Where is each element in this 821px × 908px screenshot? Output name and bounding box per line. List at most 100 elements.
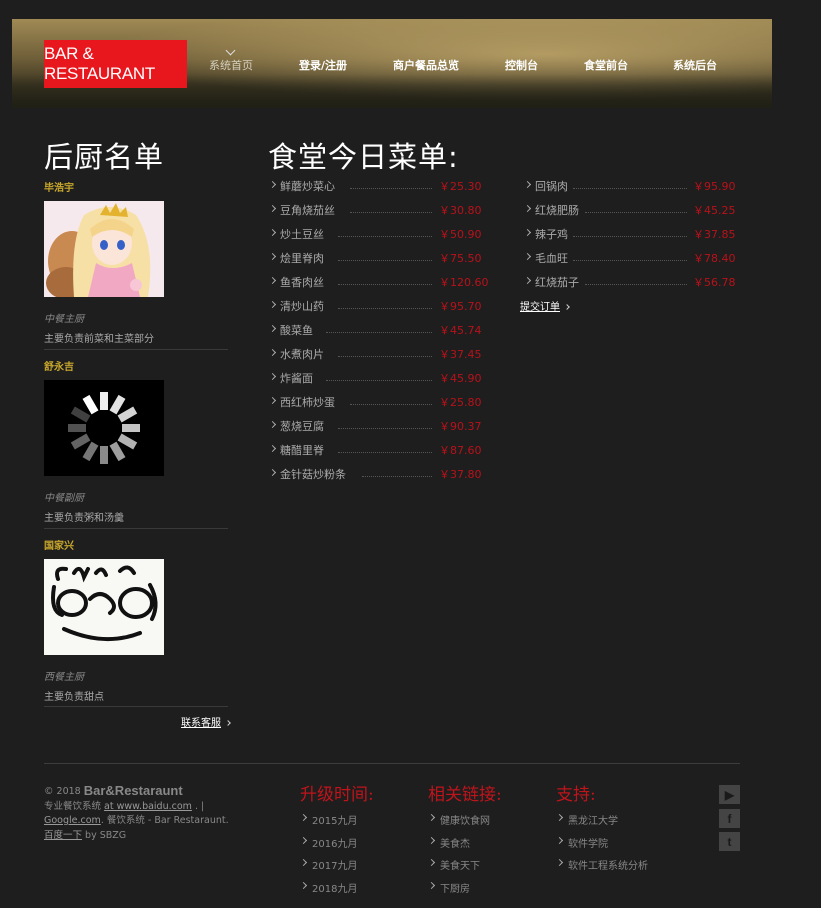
footer-link[interactable]: 黑龙江大学 [555, 812, 648, 835]
dish-name: 豆角烧茄丝 [280, 204, 335, 217]
dish-name: 红烧肥肠 [535, 204, 579, 217]
dish-price: ￥37.45 [439, 348, 482, 361]
copyright-year: © 2018 [44, 786, 81, 797]
chef-name[interactable]: 毕浩宇 [44, 179, 74, 194]
dish-name: 水煮肉片 [280, 348, 324, 361]
copyright-text: . 餐饮系统 - Bar Restaraunt. [100, 815, 229, 826]
chef-divider [44, 528, 228, 529]
footer-divider [44, 763, 740, 764]
menu-item[interactable]: 豆角烧茄丝 ￥30.80 [268, 202, 482, 226]
nav-item-canteen-front[interactable]: 食堂前台 [584, 57, 628, 73]
dish-price: ￥87.60 [439, 444, 482, 457]
chef-role: 中餐主厨 [44, 314, 84, 325]
dish-name: 鱼香肉丝 [280, 276, 324, 289]
chef-name[interactable]: 舒永吉 [44, 358, 74, 373]
dotted-leader [338, 283, 432, 285]
dotted-leader [338, 259, 432, 261]
menu-item[interactable]: 炒土豆丝 ￥50.90 [268, 226, 482, 250]
menu-item[interactable]: 糖醋里脊 ￥87.60 [268, 442, 482, 466]
menu-title: 食堂今日菜单: [268, 140, 459, 174]
chef-list-title: 后厨名单 [44, 140, 165, 174]
dish-price: ￥37.85 [693, 228, 736, 241]
dish-name: 炸酱面 [280, 372, 313, 385]
dish-price: ￥78.40 [693, 252, 736, 265]
dish-price: ￥95.70 [439, 300, 482, 313]
chevron-right-icon [523, 204, 532, 213]
chevron-right-icon [523, 252, 532, 261]
menu-item[interactable]: 炸酱面 ￥45.90 [268, 370, 482, 394]
author-text: by SBZG [85, 829, 127, 841]
dotted-leader [573, 235, 687, 237]
dish-name: 西红柿炒蛋 [280, 396, 335, 409]
menu-item[interactable]: 烩里脊肉 ￥75.50 [268, 250, 482, 274]
menu-item[interactable]: 水煮肉片 ￥37.45 [268, 346, 482, 370]
baidu-link[interactable]: at www.baidu.com [104, 801, 192, 812]
dish-price: ￥45.90 [439, 372, 482, 385]
submit-order-link[interactable]: 提交订单 [520, 298, 570, 313]
dish-price: ￥50.90 [439, 228, 482, 241]
separator-text: . [194, 800, 198, 812]
dish-price: ￥45.25 [693, 204, 736, 217]
chevron-right-icon [268, 420, 277, 429]
youtube-icon[interactable]: ▶ [719, 785, 740, 804]
header-banner: BAR & RESTAURANT 系统首页 登录/注册 商户餐品总览 控制台 食… [12, 19, 772, 108]
chevron-right-icon [268, 204, 277, 213]
menu-item[interactable]: 酸菜鱼 ￥45.74 [268, 322, 482, 346]
contact-support-link[interactable]: 联系客服 [181, 714, 231, 729]
footer-link[interactable]: 软件学院 [555, 835, 648, 858]
chevron-right-icon [299, 836, 308, 844]
chef-photo-anime [44, 201, 164, 297]
menu-item[interactable]: 清炒山药 ￥95.70 [268, 298, 482, 322]
dish-name: 回锅肉 [535, 180, 568, 193]
footer-link[interactable]: 健康饮食网 [427, 812, 490, 835]
chevron-right-icon [564, 304, 570, 310]
menu-item[interactable]: 鲜蘑炒菜心 ￥25.30 [268, 178, 482, 202]
chevron-right-icon [555, 858, 564, 867]
chevron-right-icon [268, 324, 277, 333]
chef-divider [44, 706, 228, 707]
menu-item[interactable]: 鱼香肉丝 ￥120.60 [268, 274, 489, 298]
twitter-icon[interactable]: t [719, 832, 740, 851]
menu-item[interactable]: 红烧肥肠 ￥45.25 [523, 202, 743, 226]
chef-name[interactable]: 国家兴 [44, 537, 74, 552]
nav-item-console[interactable]: 控制台 [505, 57, 538, 73]
nav-item-merchant-overview[interactable]: 商户餐品总览 [393, 57, 459, 73]
footer-list-item[interactable]: 2016九月 [299, 835, 357, 858]
footer-link[interactable]: 软件工程系统分析 [555, 857, 648, 880]
dotted-leader [338, 355, 432, 357]
footer-list-item[interactable]: 2017九月 [299, 857, 357, 880]
footer-list-item[interactable]: 2018九月 [299, 880, 357, 903]
menu-item[interactable]: 葱烧豆腐 ￥90.37 [268, 418, 482, 442]
footer-copyright: © 2018 Bar&Restaraunt 专业餐饮系统 at www.baid… [44, 783, 229, 841]
dish-name: 葱烧豆腐 [280, 420, 324, 433]
baidu-search-link[interactable]: 百度一下 [44, 830, 82, 841]
menu-item[interactable]: 回锅肉 ￥95.90 [523, 178, 743, 202]
nav-item-home[interactable]: 系统首页 [209, 57, 253, 73]
nav-item-admin[interactable]: 系统后台 [673, 57, 717, 73]
google-link[interactable]: Google.com [44, 815, 101, 826]
chef-role: 西餐主厨 [44, 672, 84, 683]
menu-item[interactable]: 红烧茄子 ￥56.78 [523, 274, 743, 298]
footer-link[interactable]: 下厨房 [427, 880, 490, 903]
facebook-icon[interactable]: f [719, 809, 740, 828]
menu-item[interactable]: 金针菇炒粉条 ￥37.80 [268, 466, 482, 490]
dish-name: 炒土豆丝 [280, 228, 324, 241]
menu-item[interactable]: 辣子鸡 ￥37.85 [523, 226, 743, 250]
footer-link[interactable]: 美食天下 [427, 857, 490, 880]
chevron-right-icon [427, 858, 436, 867]
site-logo[interactable]: BAR & RESTAURANT [44, 40, 187, 88]
dotted-leader [350, 403, 432, 405]
chevron-right-icon [427, 881, 436, 889]
dish-name: 辣子鸡 [535, 228, 568, 241]
dish-price: ￥37.80 [439, 468, 482, 481]
dish-name: 烩里脊肉 [280, 252, 324, 265]
footer-list-item[interactable]: 2015九月 [299, 812, 357, 835]
chef-role: 中餐副厨 [44, 493, 84, 504]
menu-list-left: 鲜蘑炒菜心 ￥25.30 豆角烧茄丝 ￥30.80 炒土豆丝 ￥50.90 烩里脊肉 ￥… [268, 178, 489, 490]
nav-item-login[interactable]: 登录/注册 [299, 57, 347, 73]
menu-item[interactable]: 毛血旺 ￥78.40 [523, 250, 743, 274]
chevron-right-icon [427, 836, 436, 844]
footer-link[interactable]: 美食杰 [427, 835, 490, 858]
menu-item[interactable]: 西红柿炒蛋 ￥25.80 [268, 394, 482, 418]
chef-divider [44, 349, 228, 350]
